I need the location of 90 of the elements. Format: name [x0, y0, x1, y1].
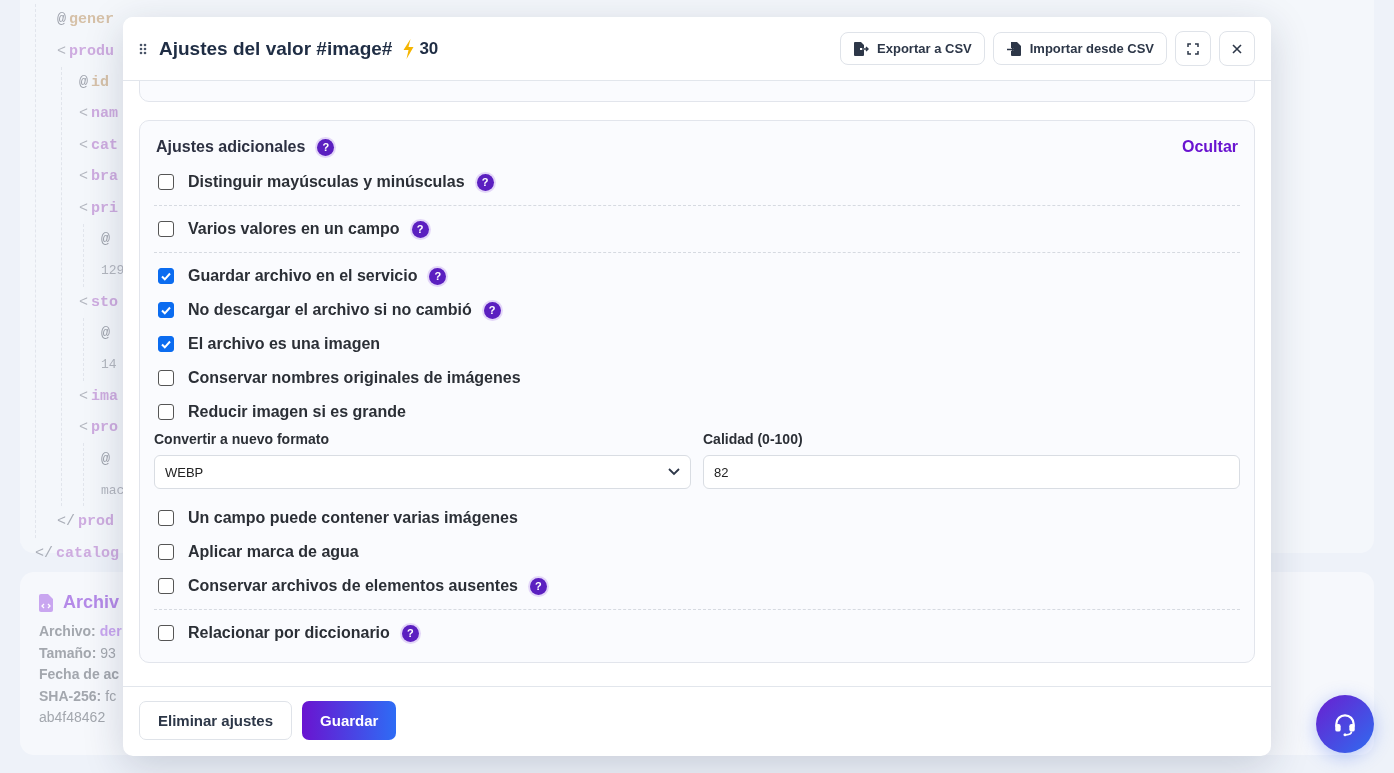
hide-link[interactable]: Ocultar [1182, 138, 1238, 156]
code-attribute: gener [69, 11, 115, 29]
file-value: fc [105, 686, 117, 706]
file-code-icon [39, 593, 53, 612]
code-symbol: < [79, 387, 88, 405]
checkbox[interactable] [158, 370, 174, 386]
help-icon[interactable]: ? [411, 220, 429, 238]
code-tag: bra [91, 168, 119, 186]
fullscreen-button[interactable] [1175, 31, 1211, 66]
checkbox-label[interactable]: Conservar nombres originales de imágenes [188, 369, 521, 387]
checkbox-label[interactable]: Conservar archivos de elementos ausentes [188, 577, 518, 595]
file-export-icon [853, 40, 870, 57]
code-symbol: @ [101, 450, 110, 468]
checkbox[interactable] [158, 510, 174, 526]
code-tag: pro [91, 419, 119, 437]
code-tag: cat [91, 136, 119, 154]
code-tag: prod [78, 513, 115, 531]
code-attribute: id [91, 73, 110, 91]
checkbox-label[interactable]: Varios valores en un campo [188, 220, 400, 238]
help-icon[interactable]: ? [476, 173, 494, 191]
drag-handle-icon[interactable] [139, 42, 147, 55]
code-symbol: < [79, 168, 88, 186]
delete-settings-button[interactable]: Eliminar ajustes [139, 701, 293, 740]
code-symbol: < [79, 293, 88, 311]
close-icon [1232, 43, 1242, 54]
code-symbol: < [79, 136, 88, 154]
file-label: Archivo: [39, 622, 96, 641]
section-title: Ajustes adicionales [156, 138, 306, 156]
field-label: Calidad (0-100) [703, 431, 804, 447]
checkbox-label[interactable]: Un campo puede contener varias imágenes [188, 509, 518, 527]
file-label: Tamaño: [39, 643, 97, 663]
code-tag: ima [91, 387, 119, 405]
checkbox[interactable] [158, 336, 174, 352]
checkbox[interactable] [158, 544, 174, 560]
file-title: Archiv [63, 592, 120, 613]
export-button[interactable]: Exportar a CSV [840, 32, 985, 65]
lightning-icon [402, 38, 416, 59]
code-symbol: </ [35, 544, 53, 562]
credit-count: 30 [419, 38, 439, 59]
close-button[interactable] [1219, 31, 1255, 66]
checkbox-label[interactable]: El archivo es una imagen [188, 335, 381, 353]
code-tag: nam [91, 105, 119, 123]
dialog-title: Ajustes del valor #image# [159, 37, 393, 60]
checkbox-label[interactable]: Guardar archivo en el servicio [188, 267, 418, 285]
checkbox[interactable] [158, 268, 174, 284]
file-label: Fecha de ac [39, 665, 120, 684]
file-import-icon [1005, 40, 1022, 57]
chevron-down-icon [668, 468, 680, 476]
help-icon[interactable]: ? [483, 301, 501, 319]
code-symbol: < [57, 42, 66, 60]
file-value: ab4f48462 [39, 708, 106, 727]
code-tag: sto [91, 293, 119, 311]
code-symbol: </ [57, 513, 75, 531]
checkbox[interactable] [158, 174, 174, 190]
code-tag: pri [91, 199, 119, 217]
checkbox-label[interactable]: Aplicar marca de agua [188, 543, 359, 561]
code-value: mac [101, 483, 125, 499]
checkbox[interactable] [158, 404, 174, 420]
code-symbol: < [79, 199, 88, 217]
checkbox-label[interactable]: Distinguir mayúsculas y minúsculas [188, 173, 465, 191]
checkbox-label[interactable]: Reducir imagen si es grande [188, 403, 406, 421]
code-symbol: < [79, 419, 88, 437]
field-label: Convertir a nuevo formato [154, 431, 331, 447]
headset-icon [1332, 711, 1358, 737]
code-symbol: @ [79, 73, 88, 91]
file-label: SHA-256: [39, 686, 102, 706]
code-symbol: @ [57, 11, 66, 29]
checkbox-label[interactable]: Relacionar por diccionario [188, 624, 390, 642]
code-tag: produ [69, 42, 115, 60]
import-button[interactable]: Importar desde CSV [992, 32, 1167, 65]
help-icon[interactable]: ? [429, 267, 447, 285]
code-tag: catalog [56, 544, 120, 562]
checkbox[interactable] [158, 625, 174, 641]
save-button[interactable]: Guardar [302, 701, 397, 740]
code-value: 129 [101, 263, 125, 279]
help-icon[interactable]: ? [317, 138, 335, 156]
quality-field[interactable]: 82 [703, 455, 1240, 489]
format-select[interactable]: WEBP [154, 455, 691, 489]
file-value: 93 [100, 643, 116, 663]
code-symbol: < [79, 105, 88, 123]
code-symbol: @ [101, 325, 110, 343]
checkbox-label[interactable]: No descargar el archivo si no cambió [188, 301, 472, 319]
checkbox[interactable] [158, 221, 174, 237]
fullscreen-icon [1187, 42, 1199, 55]
checkbox[interactable] [158, 578, 174, 594]
help-icon[interactable]: ? [401, 624, 419, 642]
code-value: 14 [101, 357, 117, 373]
help-icon[interactable]: ? [529, 577, 547, 595]
code-symbol: @ [101, 230, 110, 248]
checkbox[interactable] [158, 302, 174, 318]
